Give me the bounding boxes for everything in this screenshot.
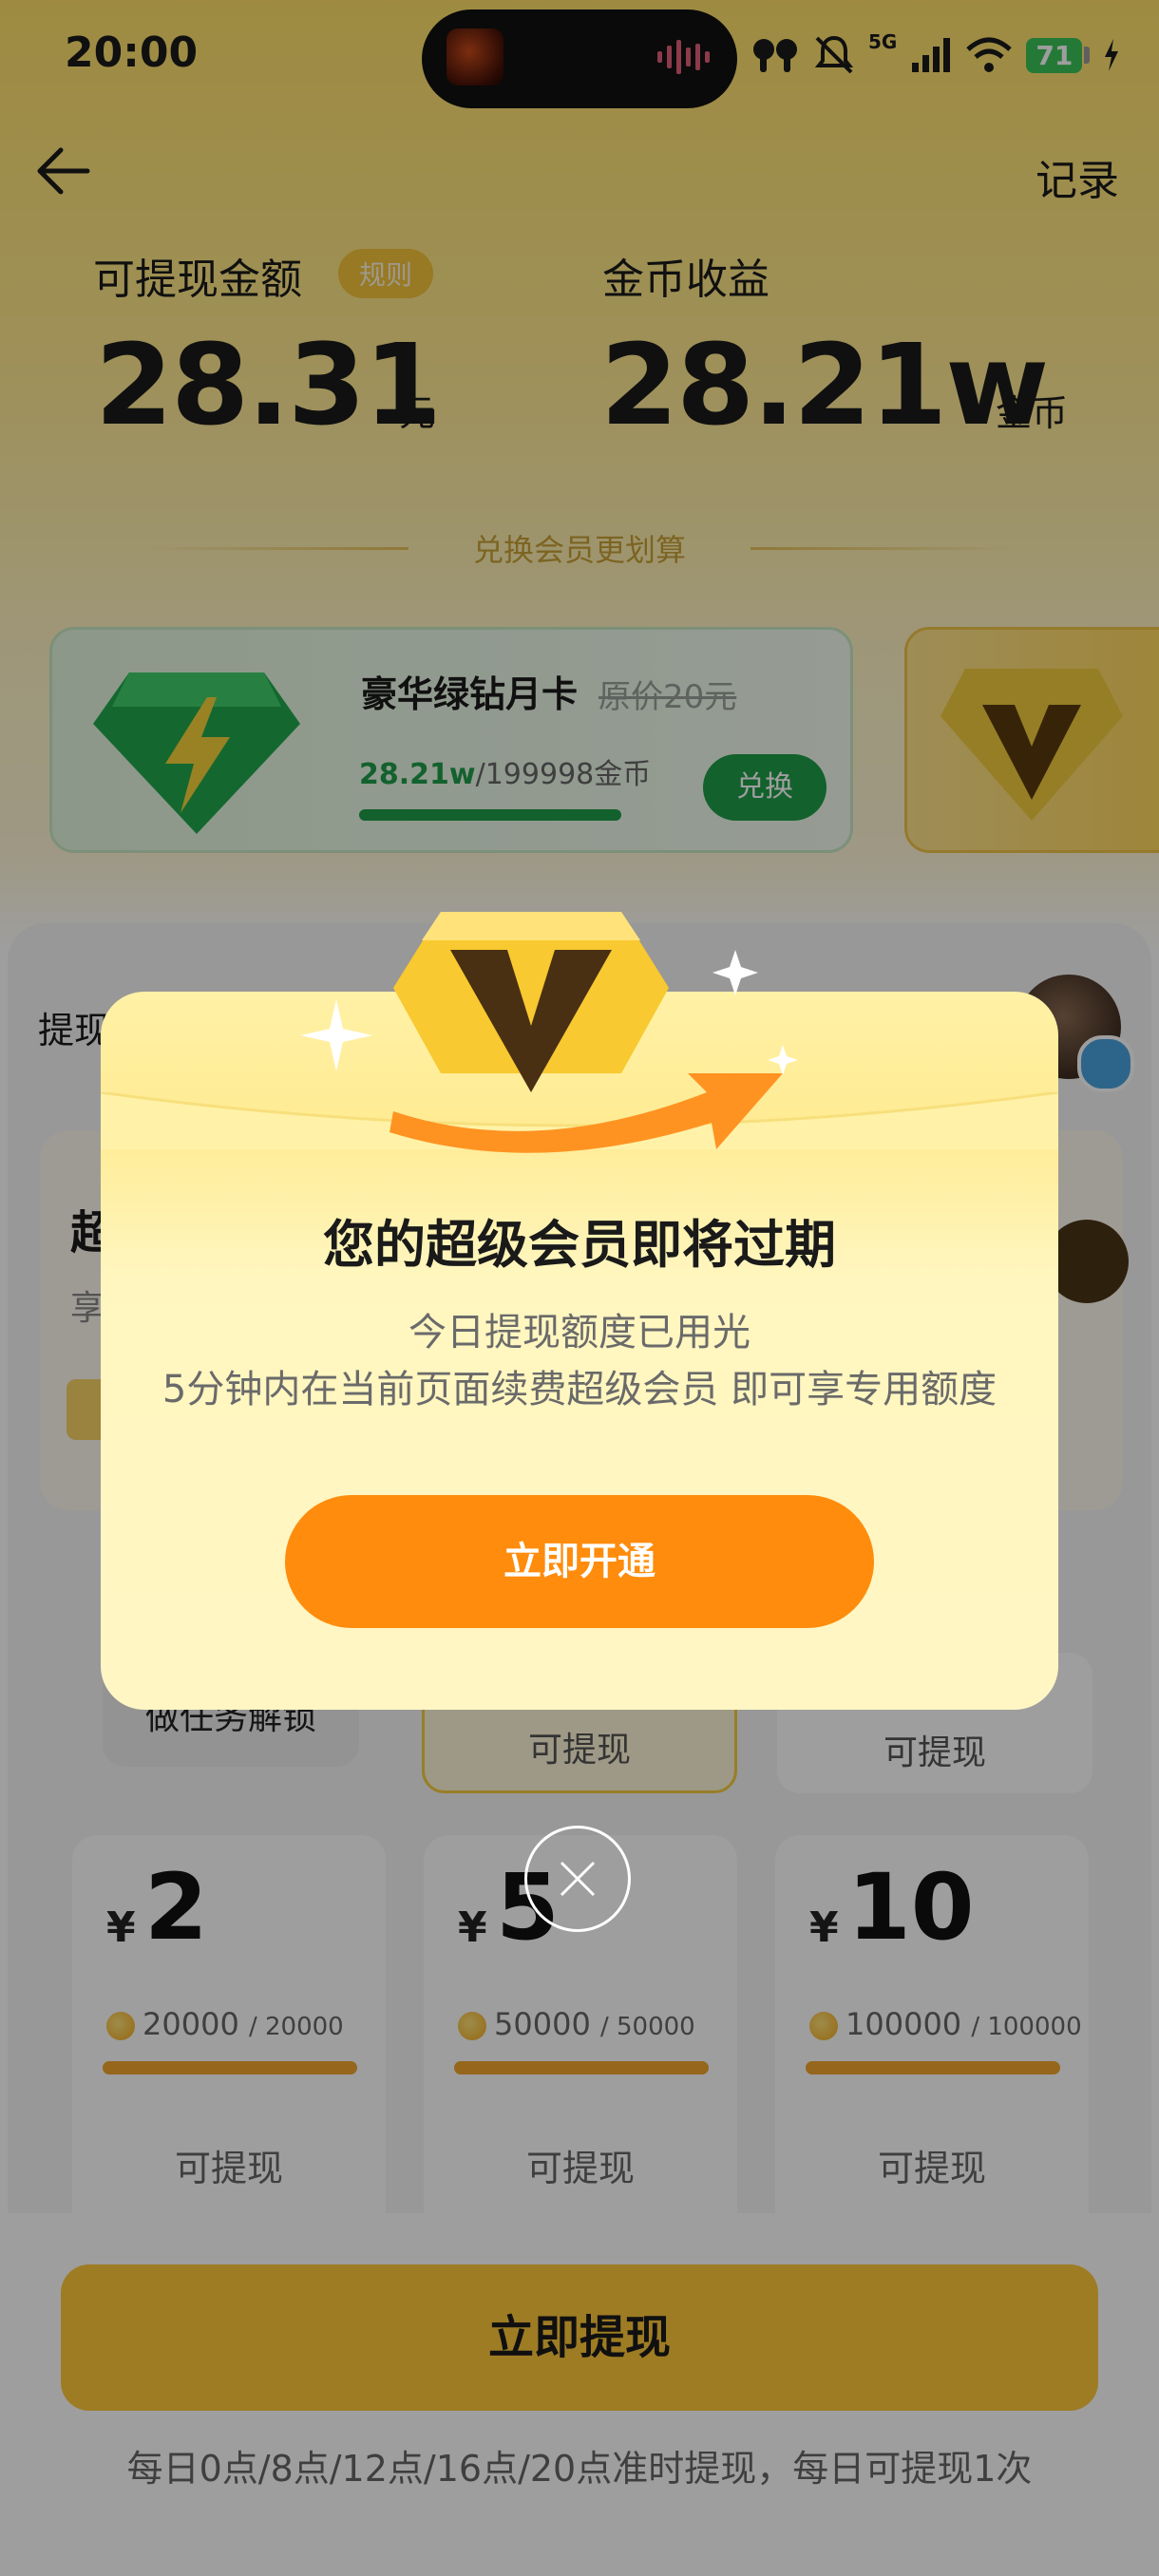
open-vip-button[interactable]: 立即开通 <box>285 1495 874 1628</box>
modal-title: 您的超级会员即将过期 <box>323 1215 836 1275</box>
sparkle-icon <box>300 999 372 1071</box>
vip-crown-icon <box>390 912 798 1153</box>
modal-message-1: 今日提现额度已用光 <box>408 1311 750 1354</box>
close-modal-button[interactable] <box>524 1826 631 1932</box>
close-icon <box>560 1861 596 1897</box>
modal-message-2: 5分钟内在当前页面续费超级会员 即可享专用额度 <box>162 1368 998 1411</box>
